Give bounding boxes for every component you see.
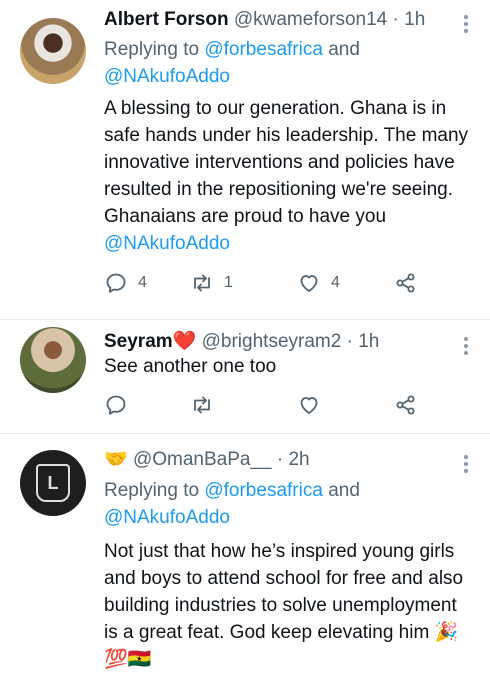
mention-link[interactable]: @NAkufoAddo	[104, 507, 230, 528]
avatar[interactable]	[20, 327, 86, 393]
retweet-icon	[194, 396, 210, 414]
retweet-count: 1	[224, 274, 233, 291]
tweet-text-content: A blessing to our generation. Ghana is i…	[104, 98, 469, 227]
replying-to: Replying to @forbesafrica and @NAkufoAdd…	[104, 477, 360, 531]
mention-link[interactable]: @NAkufoAddo	[104, 66, 230, 87]
share-icon	[396, 395, 415, 415]
display-name[interactable]: Albert Forson	[104, 9, 229, 30]
separator-dot: ·	[346, 331, 353, 352]
timestamp[interactable]: 2h	[288, 449, 309, 470]
tweet-header: 🤝 @OmanBaPa__ · 2h	[104, 448, 310, 472]
handshake-emoji: 🤝	[104, 449, 128, 470]
share-button[interactable]	[394, 393, 418, 417]
user-handle[interactable]: @brightseyram2	[202, 331, 342, 352]
mention-link[interactable]: @NAkufoAddo	[104, 233, 230, 254]
tweet[interactable]: Albert Forson @kwameforson14 · 1h Replyi…	[0, 0, 490, 322]
like-button[interactable]: 4	[297, 271, 340, 295]
tweet[interactable]: Seyram❤️ @brightseyram2 · 1h See another…	[0, 320, 490, 432]
retweet-button[interactable]	[190, 393, 214, 417]
timestamp[interactable]: 1h	[358, 331, 379, 352]
and-text: and	[328, 480, 360, 501]
user-handle[interactable]: @OmanBaPa__	[133, 449, 272, 470]
tweet-actions	[104, 393, 424, 419]
tweet-header: Albert Forson @kwameforson14 · 1h	[104, 8, 425, 32]
more-options-icon[interactable]	[464, 12, 468, 36]
tweet-text: A blessing to our generation. Ghana is i…	[104, 95, 474, 257]
tweet-text: Not just that how he’s inspired young gi…	[104, 538, 474, 673]
retweet-icon	[194, 274, 210, 292]
user-handle[interactable]: @kwameforson14	[234, 9, 387, 30]
mention-link[interactable]: @forbesafrica	[204, 39, 323, 60]
reply-count: 4	[138, 274, 147, 291]
like-button[interactable]	[297, 393, 321, 417]
reply-icon	[106, 395, 126, 415]
reply-icon	[106, 273, 126, 293]
retweet-button[interactable]: 1	[190, 271, 233, 295]
heart-emoji: ❤️	[172, 331, 197, 352]
avatar[interactable]: L	[20, 450, 86, 516]
like-icon	[300, 397, 318, 414]
like-count: 4	[331, 274, 340, 291]
tweet-text-content: Not just that how he’s inspired young gi…	[104, 541, 464, 670]
reply-button[interactable]	[104, 393, 128, 417]
share-button[interactable]	[394, 271, 418, 295]
replying-to: Replying to @forbesafrica and @NAkufoAdd…	[104, 36, 360, 90]
mention-link[interactable]: @forbesafrica	[204, 480, 323, 501]
tweet[interactable]: L 🤝 @OmanBaPa__ · 2h Replying to @forbes…	[0, 434, 490, 684]
and-text: and	[328, 39, 360, 60]
timestamp[interactable]: 1h	[404, 9, 425, 30]
reply-button[interactable]: 4	[104, 271, 147, 295]
tweet-text: See another one too	[104, 353, 474, 380]
separator-dot: ·	[392, 9, 399, 30]
replying-label: Replying to	[104, 480, 200, 501]
logo-icon: L	[36, 464, 70, 502]
replying-label: Replying to	[104, 39, 200, 60]
share-icon	[396, 273, 415, 293]
tweet-text-content: See another one too	[104, 356, 277, 377]
like-icon	[300, 275, 318, 292]
avatar[interactable]	[20, 18, 86, 84]
separator-dot: ·	[276, 449, 284, 470]
tweet-actions: 4 1 4	[104, 271, 424, 297]
display-name[interactable]: Seyram	[104, 331, 173, 352]
tweet-header: Seyram❤️ @brightseyram2 · 1h	[104, 330, 379, 354]
more-options-icon[interactable]	[464, 452, 468, 476]
